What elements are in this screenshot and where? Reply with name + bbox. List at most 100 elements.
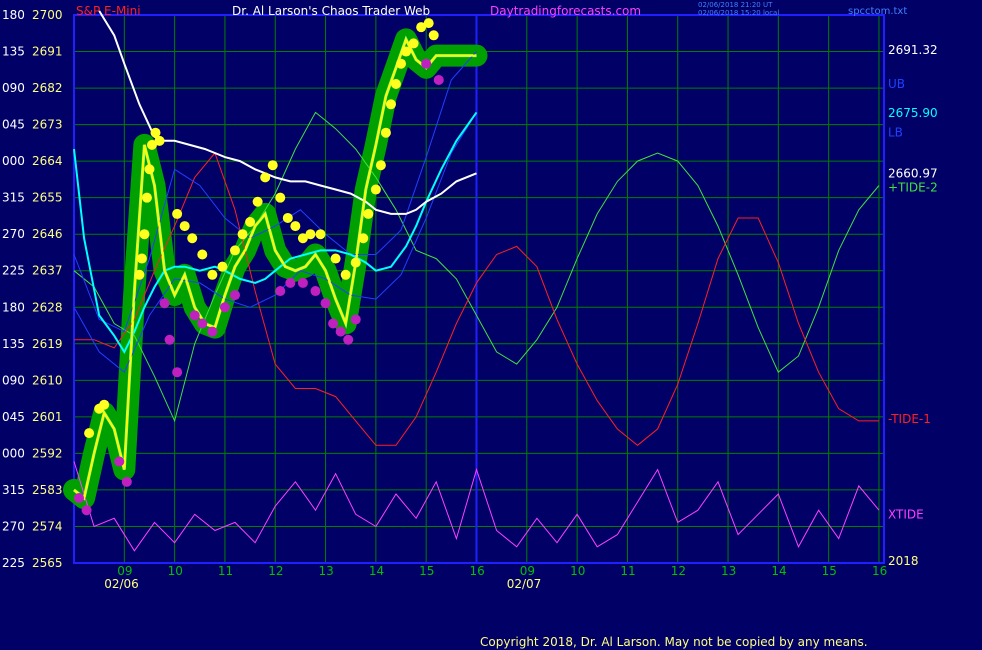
x-hour-label: 09 — [520, 564, 535, 578]
data-file-label: spcctom.txt — [848, 6, 907, 17]
magenta-marker — [189, 310, 200, 321]
y-angle-label: 180 — [2, 8, 25, 22]
yellow-marker — [282, 212, 293, 223]
yellow-marker — [139, 229, 150, 240]
y-price-label: 2619 — [32, 337, 63, 351]
right-label: 2660.97 — [888, 166, 938, 180]
magenta-marker — [328, 318, 339, 329]
x-hour-label: 16 — [872, 564, 887, 578]
magenta-marker — [207, 326, 218, 337]
magenta-marker — [275, 286, 286, 297]
yellow-marker — [267, 160, 278, 171]
x-hour-label: 13 — [319, 564, 334, 578]
x-hour-label: 11 — [620, 564, 635, 578]
y-price-label: 2628 — [32, 300, 63, 314]
magenta-marker — [121, 476, 132, 487]
yellow-marker — [260, 172, 271, 183]
y-price-label: 2637 — [32, 264, 63, 278]
yellow-marker — [136, 253, 147, 264]
yellow-marker — [358, 233, 369, 244]
price-chart: 180 2700 135 2691 090 2682 045 2673 000 2664 315 26… — [2, 1, 938, 649]
magenta-marker — [310, 286, 321, 297]
y-angle-label: 225 — [2, 556, 25, 570]
yellow-marker — [305, 229, 316, 240]
right-label: 2675.90 — [888, 106, 938, 120]
magenta-marker — [335, 326, 346, 337]
right-label: -TIDE-1 — [888, 412, 931, 426]
yellow-marker — [315, 229, 326, 240]
site-label: Daytradingforecasts.com — [490, 4, 641, 18]
x-hour-label: 16 — [469, 564, 484, 578]
y-price-label: 2700 — [32, 8, 63, 22]
x-hour-label: 15 — [419, 564, 434, 578]
x-hour-label: 14 — [771, 564, 786, 578]
yellow-marker — [245, 217, 256, 228]
yellow-marker — [375, 160, 386, 171]
y-angle-label: 315 — [2, 483, 25, 497]
y-angle-label: 135 — [2, 337, 25, 351]
x-day-label: 02/07 — [507, 577, 542, 591]
magenta-marker — [350, 314, 361, 325]
y-angle-label: 315 — [2, 191, 25, 205]
magenta-marker — [320, 298, 331, 309]
y-price-label: 2592 — [32, 446, 63, 460]
x-hour-label: 13 — [721, 564, 736, 578]
magenta-marker — [164, 334, 175, 345]
magenta-marker — [172, 367, 183, 378]
right-label: LB — [888, 126, 903, 140]
timestamp-local: 02/06/2018 15:20 local — [698, 9, 779, 17]
yellow-marker — [99, 399, 110, 410]
yellow-marker — [340, 269, 351, 280]
x-hour-label: 10 — [168, 564, 183, 578]
yellow-marker — [390, 79, 401, 90]
y-price-label: 2565 — [32, 556, 63, 570]
right-label: XTIDE — [888, 507, 924, 521]
yellow-marker — [197, 249, 208, 260]
y-angle-label: 135 — [2, 45, 25, 59]
x-hour-label: 12 — [671, 564, 686, 578]
yellow-marker — [84, 428, 95, 439]
magenta-marker — [81, 505, 92, 516]
y-angle-label: 045 — [2, 410, 25, 424]
copyright: Copyright 2018, Dr. Al Larson. May not b… — [480, 635, 868, 649]
symbol-label: S&P E-Mini — [76, 4, 141, 18]
yellow-marker — [428, 30, 439, 41]
x-hour-label: 12 — [268, 564, 283, 578]
magenta-marker — [74, 493, 85, 504]
right-label: 2018 — [888, 554, 919, 568]
yellow-marker — [385, 99, 396, 110]
yellow-marker — [275, 192, 286, 203]
y-angle-label: 090 — [2, 81, 25, 95]
y-price-label: 2682 — [32, 81, 63, 95]
chart-title: Dr. Al Larson's Chaos Trader Web — [232, 4, 430, 18]
y-angle-label: 045 — [2, 118, 25, 132]
yellow-marker — [290, 221, 301, 232]
y-angle-label: 000 — [2, 154, 25, 168]
magenta-marker — [219, 302, 230, 313]
right-label: 2691.32 — [888, 43, 938, 57]
magenta-marker — [229, 290, 240, 301]
magenta-marker — [343, 334, 354, 345]
right-label: UB — [888, 77, 905, 91]
yellow-marker — [150, 127, 161, 138]
y-angle-label: 000 — [2, 446, 25, 460]
x-hour-label: 14 — [369, 564, 384, 578]
y-price-label: 2664 — [32, 154, 63, 168]
yellow-marker — [363, 208, 374, 219]
yellow-marker — [396, 58, 407, 69]
y-angle-label: 090 — [2, 373, 25, 387]
yellow-marker — [144, 164, 155, 175]
magenta-marker — [297, 277, 308, 288]
y-angle-label: 270 — [2, 519, 25, 533]
y-price-label: 2610 — [32, 373, 63, 387]
yellow-marker — [187, 233, 198, 244]
y-angle-label: 225 — [2, 264, 25, 278]
timestamp-ut: 02/06/2018 21:20 UT — [698, 1, 773, 9]
yellow-marker — [217, 261, 228, 272]
yellow-marker — [207, 269, 218, 280]
x-hour-label: 15 — [822, 564, 837, 578]
yellow-marker — [380, 127, 391, 138]
x-hour-label: 10 — [570, 564, 585, 578]
yellow-marker — [229, 245, 240, 256]
magenta-marker — [421, 58, 432, 69]
